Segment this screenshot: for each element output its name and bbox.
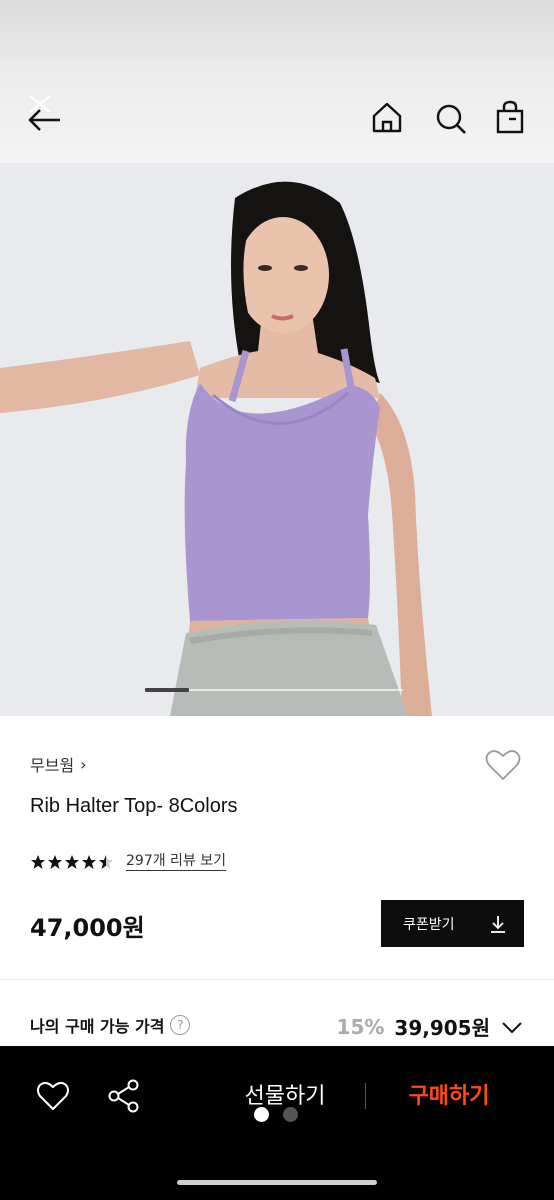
product-price: 47,000원 <box>30 914 145 942</box>
star-full-icon <box>31 854 45 869</box>
rating-row: 297개 리뷰 보기 <box>30 852 227 871</box>
coupon-button[interactable]: 쿠폰받기 <box>381 900 524 947</box>
bottom-wishlist-button[interactable] <box>36 1080 70 1112</box>
my-price-toggle[interactable]: 15% 39,905원 <box>337 1012 524 1041</box>
home-indicator[interactable] <box>177 1180 377 1185</box>
reviews-link[interactable]: 297개 리뷰 보기 <box>126 852 227 871</box>
brand-link[interactable]: 무브웜 › <box>30 752 87 776</box>
final-price: 39,905원 <box>394 1016 490 1040</box>
coupon-label: 쿠폰받기 <box>403 916 455 933</box>
home-icon <box>372 102 402 133</box>
page-indicator <box>254 1107 298 1122</box>
download-icon <box>491 915 505 933</box>
page-dot[interactable] <box>283 1107 298 1122</box>
star-full-icon <box>65 854 79 869</box>
home-button[interactable] <box>368 98 406 138</box>
heart-icon <box>37 1081 69 1110</box>
star-rating <box>30 854 114 870</box>
search-button[interactable] <box>432 98 470 138</box>
back-button[interactable] <box>22 92 66 136</box>
section-divider <box>0 979 554 980</box>
bottom-action-bar <box>0 1046 554 1200</box>
chevron-right-icon: › <box>80 754 87 774</box>
discount-rate: 15% <box>336 1014 385 1039</box>
search-icon <box>436 104 466 134</box>
share-icon <box>108 1079 139 1113</box>
wishlist-button[interactable] <box>484 748 522 782</box>
share-button[interactable] <box>106 1078 142 1114</box>
help-icon[interactable]: ? <box>170 1015 191 1035</box>
top-navigation-bar <box>0 0 554 163</box>
bottom-bar-separator <box>365 1083 366 1109</box>
my-price-label-row: 나의 구매 가능 가격 ? <box>30 1013 191 1037</box>
model-photo <box>0 163 554 716</box>
my-price-label: 나의 구매 가능 가격 <box>30 1017 165 1036</box>
page-dot-active[interactable] <box>254 1107 269 1122</box>
arrow-left-icon <box>28 95 60 131</box>
product-image[interactable] <box>0 163 554 716</box>
buy-button[interactable]: 구매하기 <box>386 1078 512 1116</box>
product-title: Rib Halter Top- 8Colors <box>30 795 238 817</box>
cart-button[interactable] <box>492 98 528 138</box>
star-full-icon <box>48 854 62 869</box>
chevron-down-icon <box>502 1021 522 1033</box>
star-full-icon <box>82 854 96 869</box>
shopping-bag-icon <box>496 100 524 134</box>
heart-icon <box>485 750 521 780</box>
star-half-icon <box>99 854 113 869</box>
brand-name: 무브웜 <box>30 756 75 775</box>
carousel-progress-indicator <box>145 688 189 692</box>
